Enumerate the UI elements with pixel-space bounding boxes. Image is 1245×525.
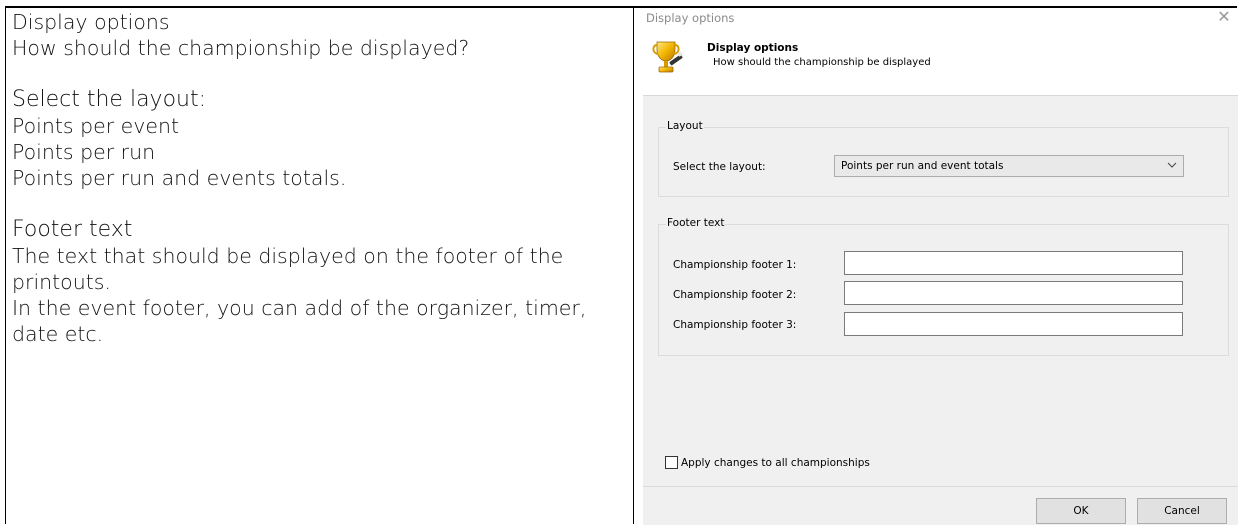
footer-heading: Footer text [12, 217, 133, 242]
title-bar[interactable]: Display options ✕ [643, 8, 1238, 30]
display-options-dialog: Display options ✕ Display options How sh… [643, 8, 1238, 525]
footer-group-label: Footer text [666, 217, 726, 229]
cancel-button[interactable]: Cancel [1137, 498, 1227, 524]
header-title: Display options [707, 42, 799, 54]
footer-2-input[interactable] [844, 281, 1183, 305]
apply-all-checkbox[interactable] [665, 456, 678, 469]
footer-description: The text that should be displayed on the… [12, 244, 564, 294]
footer-1-label: Championship footer 1: [673, 259, 797, 271]
footer-3-label: Championship footer 3: [673, 319, 797, 331]
layout-group-label: Layout [666, 120, 704, 132]
trophy-icon [652, 41, 683, 73]
layout-heading: Select the layout: [12, 87, 207, 112]
chevron-down-icon [1167, 162, 1177, 168]
select-layout-label: Select the layout: [673, 161, 766, 173]
footer-2-label: Championship footer 2: [673, 289, 797, 301]
apply-all-label[interactable]: Apply changes to all championships [681, 457, 870, 469]
layout-select[interactable]: Points per run and event totals [834, 155, 1184, 177]
layout-option-2: Points per run [12, 140, 156, 164]
footer-note: In the event footer, you can add of the … [12, 296, 587, 346]
header-subtitle: How should the championship be displayed [713, 57, 931, 68]
footer-1-input[interactable] [844, 251, 1183, 275]
layout-select-value: Points per run and event totals [841, 160, 1004, 172]
description-subtitle: How should the championship be displayed… [12, 36, 470, 60]
layout-option-1: Points per event [12, 114, 180, 138]
layout-option-3: Points per run and events totals. [12, 166, 347, 190]
window-title: Display options [646, 11, 735, 25]
close-icon[interactable]: ✕ [1216, 9, 1232, 25]
description-title: Display options [12, 10, 170, 34]
ok-button[interactable]: OK [1036, 498, 1126, 524]
table-column-divider [633, 6, 634, 524]
description-cell: Display options How should the champions… [12, 9, 622, 347]
dialog-header: Display options How should the champions… [643, 30, 1238, 96]
footer-3-input[interactable] [844, 312, 1183, 336]
